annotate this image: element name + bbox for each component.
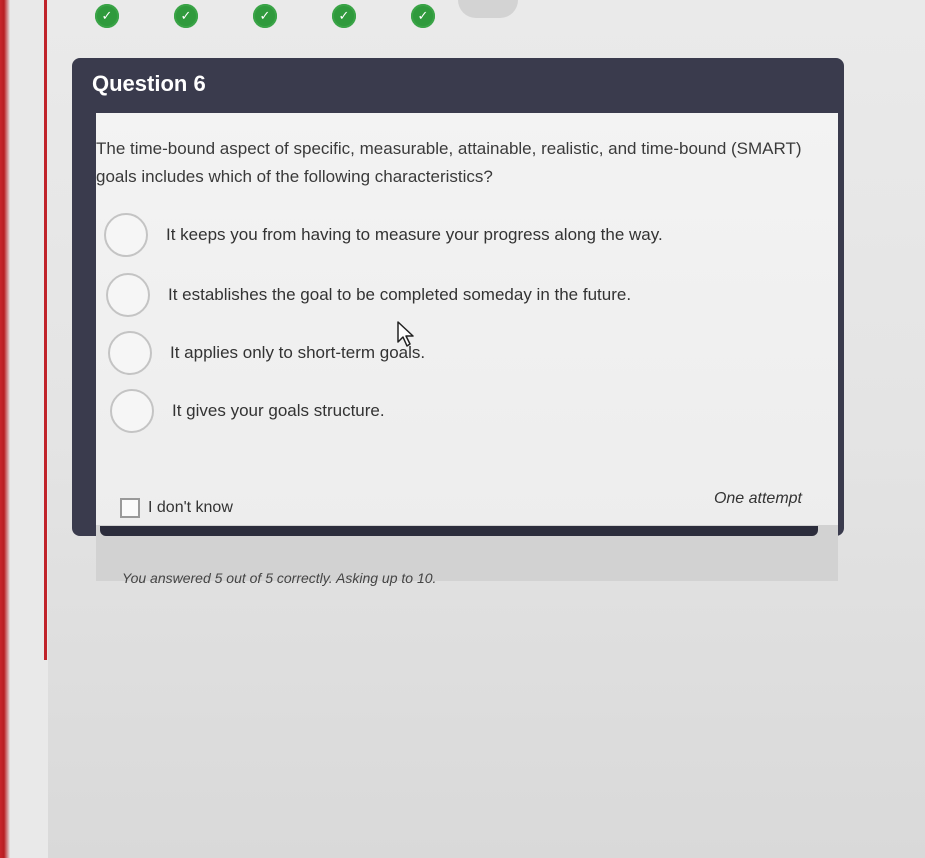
radio-button[interactable]	[110, 389, 154, 433]
progress-check-icon: ✓	[253, 4, 277, 28]
card-bottom-edge	[100, 526, 818, 536]
progress-overflow-indicator	[458, 0, 518, 18]
page-margin	[0, 0, 48, 858]
question-title: Question 6	[92, 71, 206, 96]
radio-button[interactable]	[108, 331, 152, 375]
answer-option-3[interactable]: It applies only to short-term goals.	[108, 331, 425, 375]
progress-markers: ✓ ✓ ✓ ✓ ✓	[95, 4, 435, 28]
question-text: The time-bound aspect of specific, measu…	[96, 139, 802, 186]
answer-option-2[interactable]: It establishes the goal to be completed …	[106, 273, 631, 317]
progress-check-icon: ✓	[174, 4, 198, 28]
answer-option-1[interactable]: It keeps you from having to measure your…	[104, 213, 663, 257]
attempts-label: One attempt	[713, 490, 802, 507]
answer-option-4[interactable]: It gives your goals structure.	[110, 389, 385, 433]
option-label: It gives your goals structure.	[172, 401, 385, 420]
progress-check-icon: ✓	[332, 4, 356, 28]
red-border	[0, 0, 10, 858]
option-label: It establishes the goal to be completed …	[168, 285, 632, 304]
question-header: Question 6	[72, 58, 844, 110]
mouse-cursor-icon	[397, 321, 414, 347]
option-label: It applies only to short-term goals.	[170, 343, 426, 362]
progress-check-icon: ✓	[95, 4, 119, 28]
score-status: You answered 5 out of 5 correctly. Askin…	[122, 570, 437, 586]
dont-know-checkbox[interactable]	[120, 498, 140, 518]
radio-button[interactable]	[106, 273, 150, 317]
radio-button[interactable]	[104, 213, 148, 257]
option-label: It keeps you from having to measure your…	[166, 225, 663, 244]
dont-know-option[interactable]: I don't know	[120, 498, 233, 518]
question-body: The time-bound aspect of specific, measu…	[96, 113, 838, 581]
dont-know-label: I don't know	[148, 499, 233, 516]
red-rule	[44, 0, 47, 660]
progress-check-icon: ✓	[411, 4, 435, 28]
question-card: Question 6 The time-bound aspect of spec…	[72, 58, 844, 581]
